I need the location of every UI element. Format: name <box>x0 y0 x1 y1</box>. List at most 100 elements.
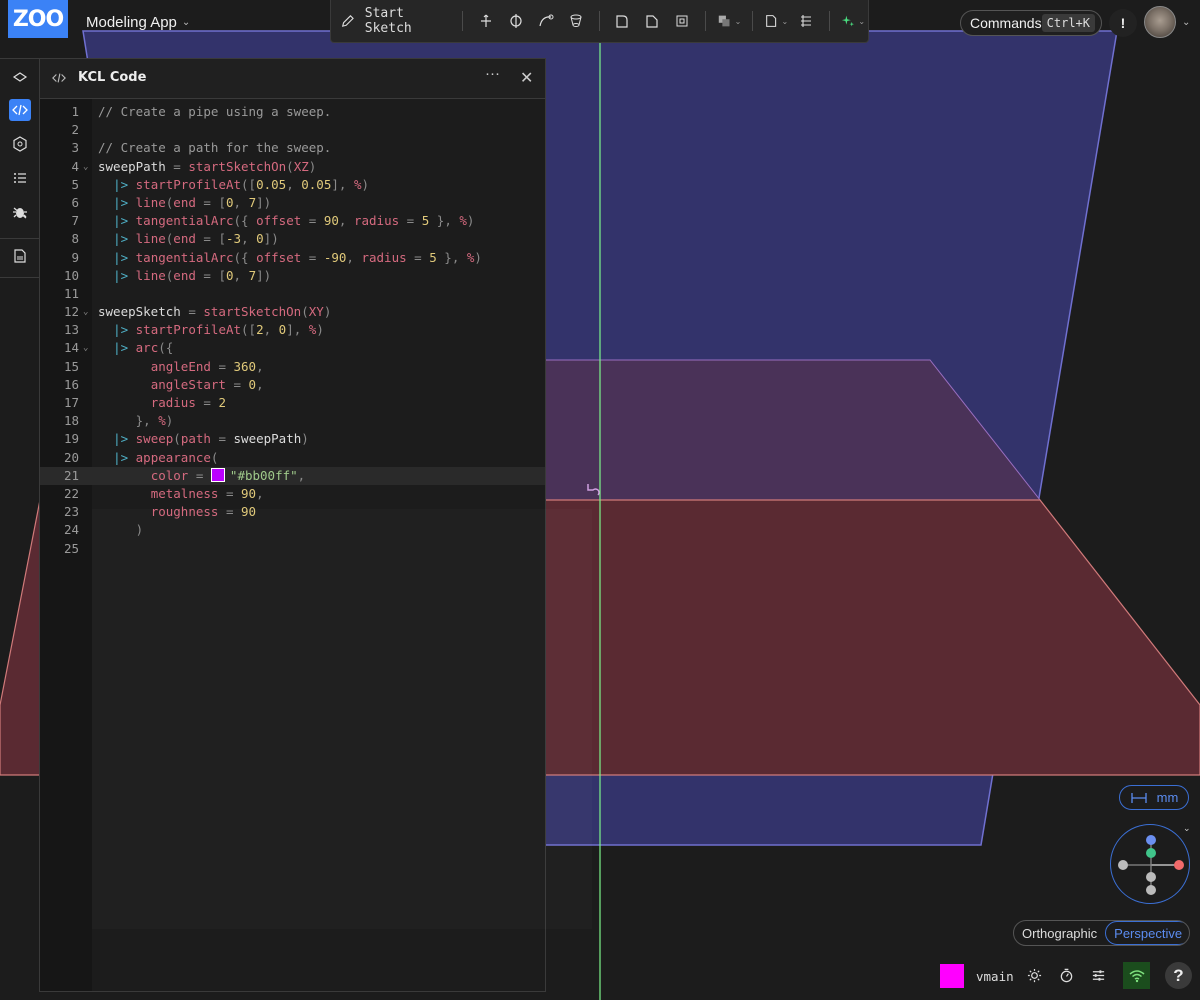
code-text: |> appearance( <box>113 449 219 465</box>
gizmo-x-positive[interactable] <box>1174 860 1184 870</box>
code-line[interactable]: 10 |> line(end = [0, 7]) <box>40 267 545 285</box>
units-button[interactable]: mm <box>1119 785 1189 810</box>
commands-button[interactable]: Commands Ctrl+K <box>960 10 1102 36</box>
code-line[interactable]: 17 radius = 2 <box>40 394 545 412</box>
sidebar-item-export[interactable] <box>9 245 31 267</box>
layers-icon <box>12 72 28 82</box>
zoo-logo[interactable]: ZOO <box>8 0 68 38</box>
sidebar-item-code[interactable] <box>9 99 31 121</box>
code-line[interactable]: 14 ⌄ |> arc({ <box>40 339 545 357</box>
line-number: 17 <box>63 395 79 410</box>
more-options-button[interactable]: ··· <box>485 65 500 82</box>
preferences-button[interactable] <box>1089 966 1107 984</box>
code-line[interactable]: 5 |> startProfileAt([0.05, 0.05], %) <box>40 176 545 194</box>
boolean-dropdown[interactable]: ⌄ <box>714 7 744 35</box>
boolean-icon <box>719 15 730 27</box>
code-line[interactable]: 2 <box>40 121 545 139</box>
appearance-swatch[interactable] <box>940 964 964 988</box>
sidebar-item-variables[interactable] <box>9 167 31 189</box>
orthographic-option[interactable]: Orthographic <box>1014 921 1105 945</box>
code-line[interactable]: 11 <box>40 285 545 303</box>
sliders-icon <box>1092 969 1104 981</box>
code-line[interactable]: 15 angleEnd = 360, <box>40 358 545 376</box>
gizmo-y-positive[interactable] <box>1146 848 1156 858</box>
start-sketch-button[interactable]: Start Sketch <box>341 6 454 36</box>
project-menu[interactable]: Modeling App ⌄ <box>86 14 190 31</box>
chevron-down-icon[interactable]: ⌄ <box>1183 823 1191 834</box>
loft-icon <box>570 14 582 27</box>
sweep-button[interactable] <box>531 7 561 35</box>
modeling-toolbar: Start Sketch ⌄ ⌄ ⌄ <box>330 0 869 43</box>
fold-chevron-icon[interactable]: ⌄ <box>83 303 88 321</box>
extrude-button[interactable] <box>471 7 501 35</box>
wifi-icon <box>1129 969 1144 982</box>
text-to-cad-icon <box>841 15 854 27</box>
fillet-button[interactable] <box>607 7 637 35</box>
code-line[interactable]: 16 angleStart = 0, <box>40 376 545 394</box>
code-line[interactable]: 9 |> tangentialArc({ offset = -90, radiu… <box>40 249 545 267</box>
help-button[interactable]: ? <box>1165 962 1192 989</box>
code-line[interactable]: 3 // Create a path for the sweep. <box>40 139 545 157</box>
code-line[interactable]: 22 metalness = 90, <box>40 485 545 503</box>
performance-button[interactable] <box>1057 966 1075 984</box>
settings-button[interactable] <box>1025 966 1043 984</box>
shell-button[interactable] <box>667 7 697 35</box>
gizmo-z-negative[interactable] <box>1146 885 1156 895</box>
code-text: sweepSketch = startSketchOn(XY) <box>98 304 332 320</box>
line-number: 15 <box>63 358 79 374</box>
code-text: |> line(end = [0, 7]) <box>113 194 272 210</box>
loft-button[interactable] <box>561 7 591 35</box>
code-line[interactable]: 1 // Create a pipe using a sweep. <box>40 103 545 121</box>
fold-chevron-icon[interactable]: ⌄ <box>83 339 88 357</box>
text-to-cad-dropdown[interactable]: ⌄ <box>838 7 868 35</box>
code-line[interactable]: 24 ) <box>40 521 545 539</box>
code-line[interactable]: 4 ⌄ sweepPath = startSketchOn(XZ) <box>40 158 545 176</box>
line-number: 2 <box>71 122 79 138</box>
revolve-icon <box>509 14 522 28</box>
code-line[interactable]: 8 |> line(end = [-3, 0]) <box>40 230 545 248</box>
view-gizmo[interactable] <box>1110 824 1190 904</box>
avatar <box>1144 6 1176 38</box>
close-panel-button[interactable]: ✕ <box>520 68 533 88</box>
code-line[interactable]: 20 |> appearance( <box>40 449 545 467</box>
revolve-button[interactable] <box>501 7 531 35</box>
color-swatch[interactable] <box>210 467 225 482</box>
code-line[interactable]: 19 |> sweep(path = sweepPath) <box>40 430 545 448</box>
code-line[interactable]: 6 |> line(end = [0, 7]) <box>40 194 545 212</box>
code-line[interactable]: 13 |> startProfileAt([2, 0], %) <box>40 321 545 339</box>
branch-name[interactable]: vmain <box>976 969 1014 984</box>
panel-header: KCL Code ··· ✕ <box>40 59 545 99</box>
pencil-icon <box>341 15 354 27</box>
sidebar-item-files[interactable] <box>9 133 31 155</box>
projection-toggle: Orthographic Perspective <box>1013 920 1190 946</box>
fold-chevron-icon[interactable]: ⌄ <box>83 158 88 176</box>
bug-icon <box>13 207 27 219</box>
plane-dropdown[interactable]: ⌄ <box>761 7 791 35</box>
helix-button[interactable] <box>791 7 821 35</box>
code-line[interactable]: 21 color = "#bb00ff", <box>40 466 545 485</box>
code-editor[interactable]: 1// Create a pipe using a sweep. 2 3// Cre… <box>40 103 545 558</box>
line-number: 6 <box>71 194 79 210</box>
line-number: 19 <box>63 431 79 447</box>
line-number: 9 <box>71 249 79 265</box>
code-line[interactable]: 18 }, %) <box>40 412 545 430</box>
sidebar-item-feature-tree[interactable] <box>9 67 31 89</box>
gizmo-z-positive[interactable] <box>1146 835 1156 845</box>
chamfer-button[interactable] <box>637 7 667 35</box>
gizmo-x-negative[interactable] <box>1118 860 1128 870</box>
code-line[interactable]: 25 <box>40 540 545 558</box>
network-status-button[interactable] <box>1123 962 1150 989</box>
sweep-icon <box>538 14 554 27</box>
code-line[interactable]: 12 ⌄ sweepSketch = startSketchOn(XY) <box>40 303 545 321</box>
user-menu[interactable]: ⌄ <box>1144 6 1190 38</box>
helix-icon <box>801 15 812 27</box>
sidebar-item-debug[interactable] <box>9 201 31 223</box>
gizmo-y-negative[interactable] <box>1146 872 1156 882</box>
perspective-option[interactable]: Perspective <box>1105 921 1189 945</box>
code-line[interactable]: 23 roughness = 90 <box>40 503 545 521</box>
alert-button[interactable]: ! <box>1109 9 1137 37</box>
gear-icon <box>1027 968 1041 982</box>
line-number: 11 <box>63 285 79 301</box>
code-text: angleEnd = 360, <box>150 358 264 374</box>
code-line[interactable]: 7 |> tangentialArc({ offset = 90, radius… <box>40 212 545 230</box>
